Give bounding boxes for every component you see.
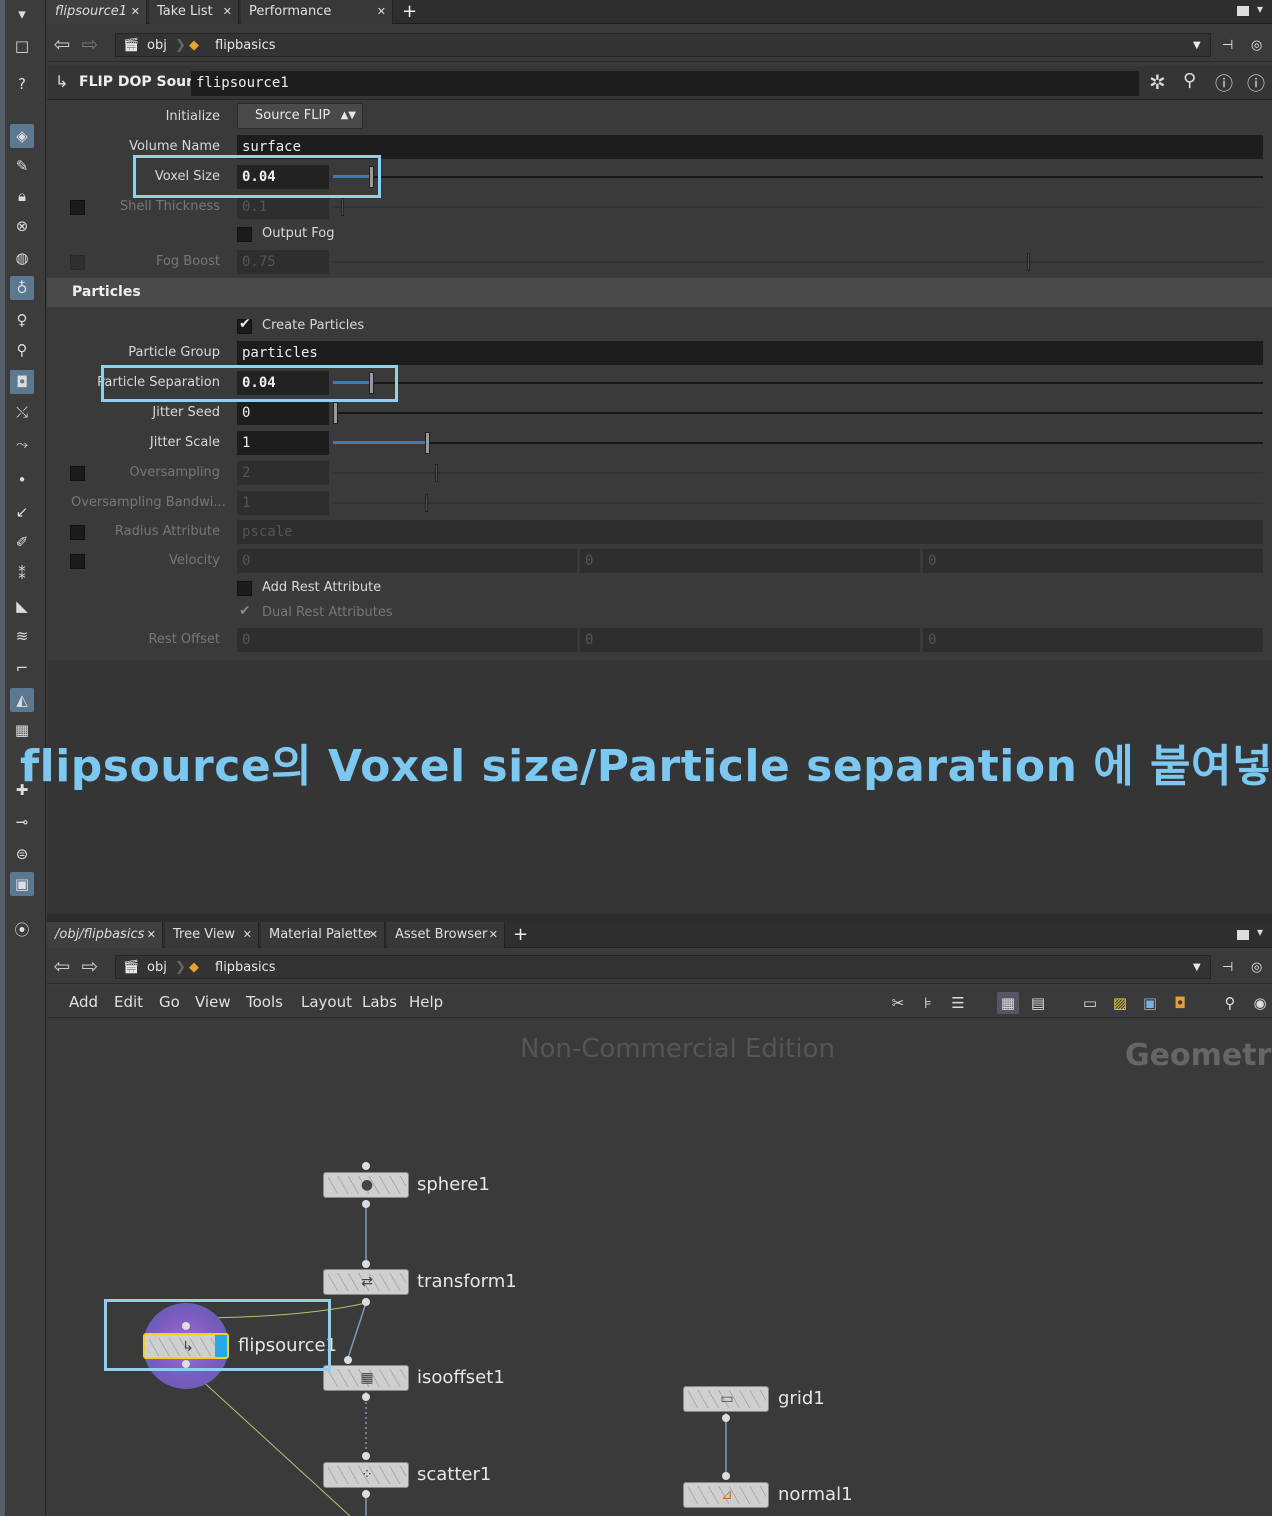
node-label-isooffset1: isooffset1	[417, 1367, 505, 1388]
input-connector[interactable]	[362, 1452, 370, 1460]
output-connector[interactable]	[362, 1393, 370, 1401]
input-connector[interactable]	[362, 1162, 370, 1170]
node-isooffset1[interactable]: ▦	[323, 1365, 409, 1391]
node-label-normal1: normal1	[778, 1484, 853, 1505]
grid-icon: ▭	[720, 1391, 734, 1407]
node-grid1[interactable]: ▭	[683, 1386, 769, 1412]
node-label-grid1: grid1	[778, 1388, 825, 1409]
output-connector[interactable]	[362, 1200, 370, 1208]
flipsource-highlight	[104, 1299, 331, 1371]
network-wires	[185, 1200, 727, 1516]
input-connector[interactable]	[344, 1356, 352, 1364]
node-label-sphere1: sphere1	[417, 1174, 490, 1195]
output-connector[interactable]	[722, 1414, 730, 1422]
isooffset-icon: ▦	[360, 1370, 374, 1386]
node-label-transform1: transform1	[417, 1271, 517, 1292]
node-transform1[interactable]: ⇄	[323, 1269, 409, 1295]
input-connector[interactable]	[722, 1472, 730, 1480]
wire-transform-isooffset	[347, 1302, 367, 1359]
sphere-icon: ●	[360, 1177, 374, 1193]
node-label-scatter1: scatter1	[417, 1464, 492, 1485]
scatter-icon: ⁘	[361, 1467, 373, 1483]
output-connector[interactable]	[362, 1298, 370, 1306]
node-scatter1[interactable]: ⁘	[323, 1462, 409, 1488]
transform-icon: ⇄	[361, 1274, 373, 1290]
normal-icon: ⊿	[721, 1487, 733, 1503]
input-connector[interactable]	[362, 1260, 370, 1268]
output-connector[interactable]	[362, 1490, 370, 1498]
node-sphere1[interactable]: ●	[323, 1172, 409, 1198]
node-normal1[interactable]: ⊿	[683, 1482, 769, 1508]
